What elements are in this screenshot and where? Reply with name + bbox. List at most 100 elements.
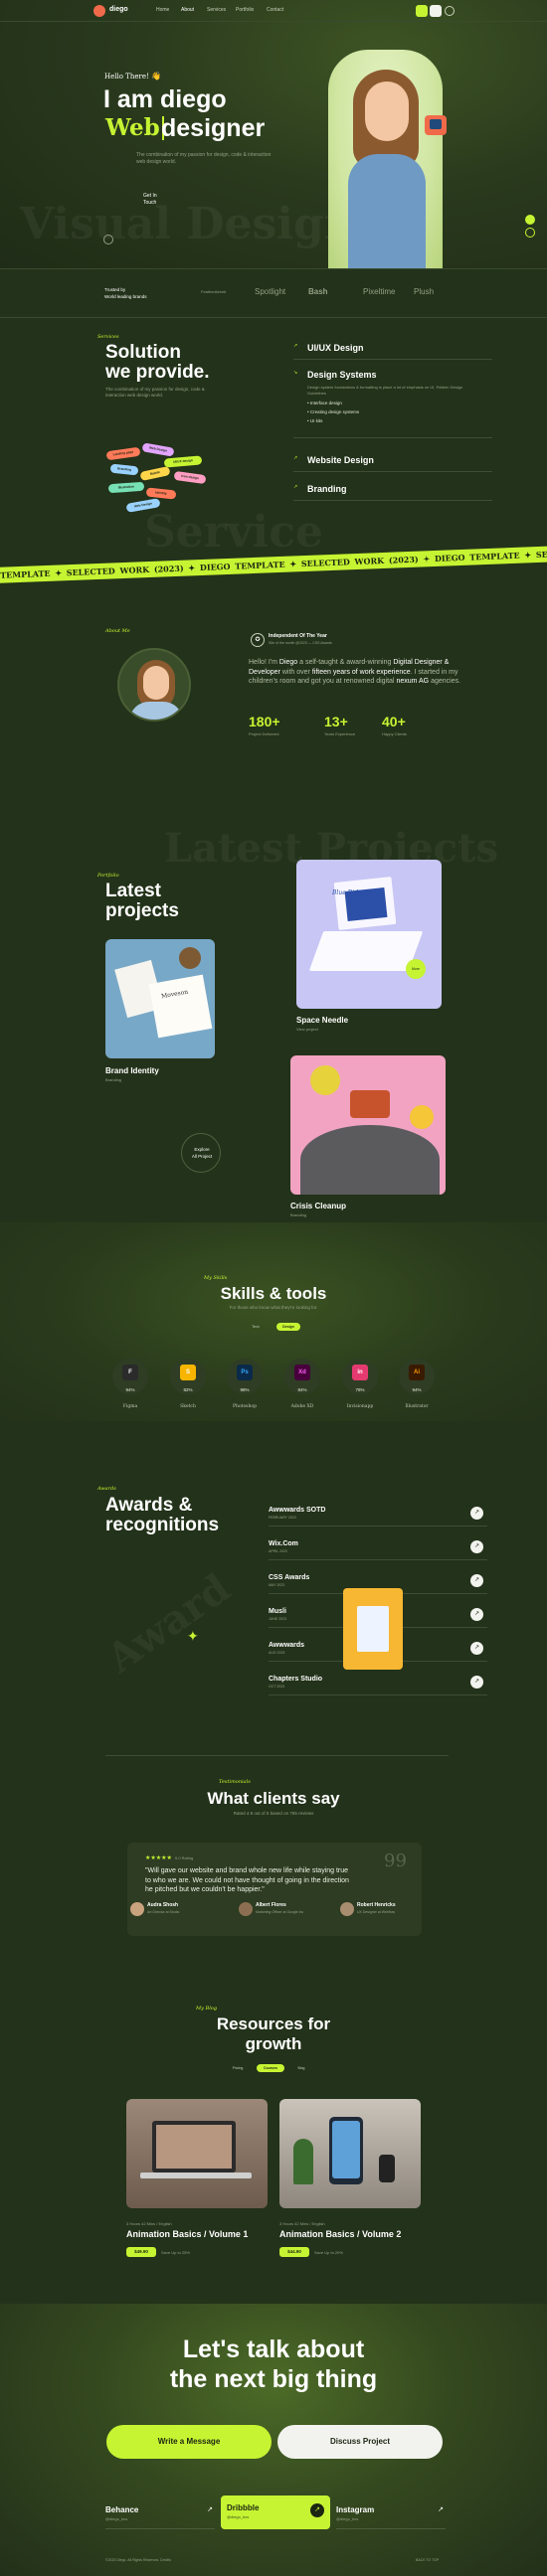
discuss-project-button[interactable]: Discuss Project bbox=[277, 2425, 443, 2459]
resource-title[interactable]: Animation Basics / Volume 1 bbox=[126, 2229, 248, 2239]
project-card-crisis-cleanup[interactable] bbox=[290, 1055, 446, 1195]
hero-cta[interactable]: Get In Touch bbox=[143, 193, 163, 207]
nav-home[interactable]: Home bbox=[156, 7, 169, 13]
side-dot-icon[interactable] bbox=[525, 215, 535, 225]
back-to-top-link[interactable]: BACK TO TOP bbox=[416, 2558, 439, 2562]
skill-name: Invisionapp bbox=[346, 1404, 374, 1409]
skill-invision: in 78% bbox=[342, 1359, 378, 1394]
side-dot-icon[interactable] bbox=[525, 228, 535, 238]
award-row[interactable]: Awwwards SOTD FEBRUARY 2023 ↗ bbox=[269, 1499, 487, 1527]
award-row[interactable]: Wix.Com APRIL 2023 ↗ bbox=[269, 1532, 487, 1560]
tab-courses[interactable]: Courses bbox=[257, 2064, 284, 2072]
pill-tag: Branding bbox=[109, 463, 139, 476]
arrow-icon[interactable]: ↗ bbox=[470, 1507, 483, 1520]
service-pills: Landing page Web Design UI/UX design Bra… bbox=[104, 439, 219, 524]
resources-title: Resources for bbox=[216, 2014, 331, 2033]
service-title: Branding bbox=[307, 484, 347, 494]
resource-image[interactable] bbox=[126, 2099, 268, 2208]
arrow-icon[interactable]: ↗ bbox=[470, 1642, 483, 1655]
services-section: Service Services Solution we provide. Th… bbox=[0, 318, 547, 566]
pill-tag: UI/UX design bbox=[163, 455, 203, 468]
trusted-label: Trusted by bbox=[104, 287, 126, 292]
pill-tag: Web Design bbox=[125, 498, 161, 513]
nav-services[interactable]: Services bbox=[207, 7, 226, 13]
illustrator-icon: Ai bbox=[409, 1365, 425, 1380]
project-card-space-needle[interactable]: Blue Ridge More bbox=[296, 860, 442, 1009]
skill-name: Illustrator bbox=[405, 1404, 429, 1409]
project-title[interactable]: Brand Identity bbox=[105, 1066, 159, 1075]
nav-about[interactable]: About bbox=[181, 7, 194, 13]
social-instagram[interactable]: Instagram @diego_bcs ↗ bbox=[336, 2501, 446, 2529]
hero-title-line2: designer bbox=[161, 114, 266, 142]
project-title[interactable]: Crisis Cleanup bbox=[290, 1202, 346, 1210]
photoshop-icon: Ps bbox=[237, 1365, 253, 1380]
explore-button[interactable]: Explore All Project bbox=[181, 1133, 221, 1173]
xd-icon: Xd bbox=[294, 1365, 310, 1380]
arrow-icon[interactable]: ↗ bbox=[470, 1540, 483, 1553]
social-behance[interactable]: Behance @diego_bcs ↗ bbox=[105, 2501, 215, 2529]
service-item[interactable]: ↗ Website Design bbox=[293, 452, 492, 472]
arrow-icon: ↗ bbox=[293, 343, 298, 349]
skill-figma: F 94% bbox=[112, 1359, 148, 1394]
invision-icon: in bbox=[352, 1365, 368, 1380]
service-item[interactable]: ↘ Design Systems Design system foundatio… bbox=[293, 367, 492, 438]
trusted-label: World leading brands bbox=[104, 294, 147, 299]
hero-description: The combination of my passion for design… bbox=[136, 152, 272, 165]
tab-blog[interactable]: Blog bbox=[292, 2064, 310, 2072]
stat-label: Happy Clients bbox=[382, 731, 407, 736]
moon-icon[interactable] bbox=[430, 5, 442, 17]
divider bbox=[105, 1755, 449, 1756]
logo-text[interactable]: diego bbox=[109, 6, 128, 13]
tab-design[interactable]: Design bbox=[276, 1323, 300, 1331]
wave-icon: 👋 bbox=[151, 72, 161, 80]
sparkle-icon: ✦ bbox=[187, 1628, 199, 1644]
social-dribbble[interactable]: Dribbble @diego_bcs ↗ bbox=[221, 2496, 330, 2529]
sun-icon[interactable] bbox=[416, 5, 428, 17]
arrow-icon[interactable]: ↗ bbox=[470, 1676, 483, 1689]
award-row[interactable]: Chapters Studio OCT 2023 ↗ bbox=[269, 1668, 487, 1695]
skill-name: Sketch bbox=[180, 1404, 196, 1409]
tab-tech[interactable]: Tech bbox=[247, 1323, 265, 1331]
skill-percent: 84% bbox=[297, 1387, 307, 1392]
client-name[interactable]: Robert Henricks bbox=[357, 1902, 396, 1908]
arrow-icon[interactable]: ↗ bbox=[470, 1608, 483, 1621]
arrow-icon: ↘ bbox=[293, 370, 298, 376]
about-eyebrow: About Me bbox=[105, 628, 130, 634]
service-bullet: • Interface design bbox=[307, 401, 342, 405]
arrow-icon: ↗ bbox=[293, 484, 298, 490]
service-item[interactable]: ↗ Branding bbox=[293, 481, 492, 501]
resource-title[interactable]: Animation Basics / Volume 2 bbox=[279, 2229, 401, 2239]
project-title[interactable]: Space Needle bbox=[296, 1016, 348, 1025]
service-item[interactable]: ↗ UI/UX Design bbox=[293, 340, 492, 360]
skill-name: Adobe XD bbox=[290, 1404, 314, 1409]
top-nav: diego Home About Services Portfolio Cont… bbox=[0, 0, 547, 22]
service-bullet: • Creating design systems bbox=[307, 409, 360, 414]
more-button[interactable]: More bbox=[406, 959, 426, 979]
quote-icon: 99 bbox=[384, 1851, 407, 1871]
figma-icon: F bbox=[122, 1365, 138, 1380]
client-name[interactable]: Albert Flores bbox=[256, 1902, 286, 1908]
nav-portfolio[interactable]: Portfolio bbox=[236, 7, 254, 13]
menu-icon[interactable] bbox=[445, 6, 455, 16]
service-title: Design Systems bbox=[307, 370, 377, 380]
skill-percent: 82% bbox=[183, 1387, 193, 1392]
skill-percent: 78% bbox=[355, 1387, 365, 1392]
tab-pricing[interactable]: Pricing bbox=[227, 2064, 249, 2072]
pill-tag: Landing page bbox=[105, 446, 141, 461]
testimonials-rating-summary: Rated 4.9 out of 5 based on 765 reviews bbox=[233, 1811, 314, 1816]
arrow-icon: ↗ bbox=[438, 2506, 444, 2513]
skill-xd: Xd 84% bbox=[284, 1359, 320, 1394]
arrow-icon[interactable]: ↗ bbox=[470, 1574, 483, 1587]
sale-text: Save Up to 25% bbox=[161, 2250, 190, 2255]
resource-image[interactable] bbox=[279, 2099, 421, 2208]
skill-percent: 98% bbox=[240, 1387, 250, 1392]
project-tag: Branding bbox=[105, 1077, 122, 1082]
client-name[interactable]: Audra Shosh bbox=[147, 1902, 178, 1908]
nav-contact[interactable]: Contact bbox=[267, 7, 283, 13]
sketch-icon: S bbox=[180, 1365, 196, 1380]
project-card-brand-identity[interactable]: Moveson bbox=[105, 939, 215, 1058]
write-message-button[interactable]: Write a Message bbox=[106, 2425, 272, 2459]
skill-photoshop: Ps 98% bbox=[227, 1359, 263, 1394]
pill-tag: Icon design bbox=[173, 470, 207, 485]
scroll-down-icon[interactable] bbox=[103, 235, 113, 244]
